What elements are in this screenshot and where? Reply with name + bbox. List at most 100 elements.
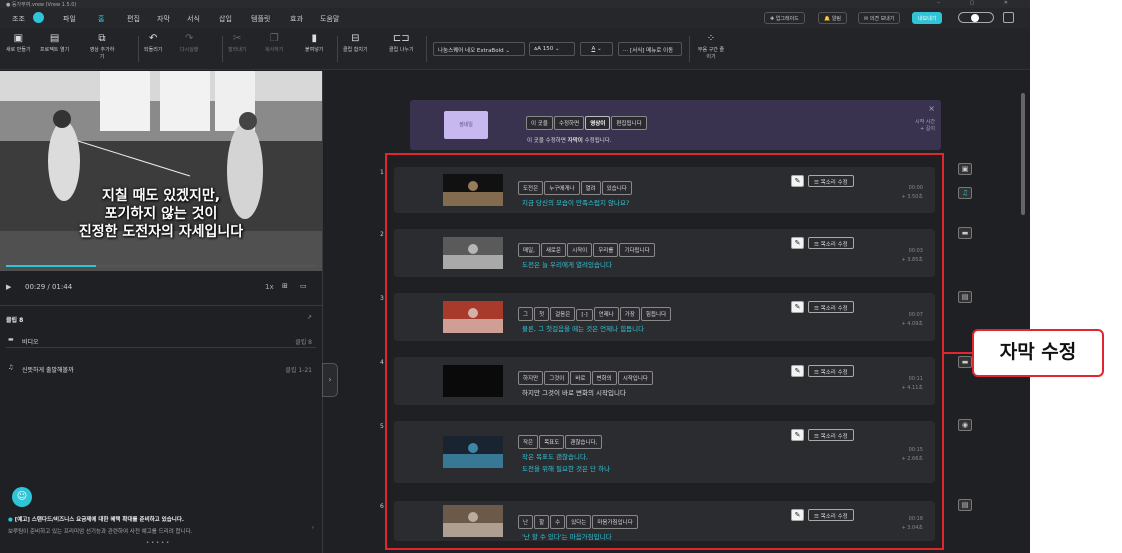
play-icon[interactable]: ▶: [6, 283, 11, 291]
undo-icon: ↶: [149, 33, 158, 44]
menu-effects[interactable]: 효과: [290, 14, 303, 24]
clipboard-icon: ▮: [311, 33, 317, 44]
menu-edit[interactable]: 편집: [127, 14, 140, 24]
time-display: 00:29 / 01:44: [25, 283, 73, 291]
window-controls[interactable]: – ▢ ✕: [937, 0, 1022, 6]
collapse-panel-button[interactable]: ›: [322, 363, 338, 397]
progress-fill: [6, 265, 96, 267]
callout-connector: [944, 352, 972, 354]
playback-controls: ▶ 00:29 / 01:44 1x ⊞ ▭: [0, 278, 322, 298]
notice-banner[interactable]: ● [예고] 스탠다드/비즈니스 요금제에 대한 혜택 확대를 준비하고 있습니…: [0, 512, 322, 553]
video-frame-image: [0, 71, 322, 271]
subtitle-highlight-box: [385, 153, 944, 550]
folder-icon: ▤: [49, 33, 60, 44]
caption-icon[interactable]: ▭: [300, 282, 307, 290]
scissors-icon: ✂: [233, 33, 242, 44]
chevron-right-icon: ›: [328, 375, 332, 384]
subtitle-line-2: 포기하지 않는 것이: [104, 206, 218, 222]
reduce-silence-button[interactable]: ⁘ 무음 구간 줄이기: [696, 32, 726, 60]
export-button[interactable]: 내보내기: [912, 12, 943, 24]
undo-button[interactable]: ↶ 되돌리기: [144, 32, 162, 53]
notice-title: ● [예고] 스탠다드/비즈니스 요금제에 대한 혜택 확대를 준비하고 있습니…: [8, 517, 184, 523]
add-video-button[interactable]: ⧉ 영상 추가하기: [88, 32, 116, 60]
new-project-button[interactable]: ▣ 새로 만들기: [6, 32, 31, 53]
menu-help[interactable]: 도움말: [320, 14, 339, 24]
title-bar: ● 등가부여.vrew (Vrew 1.5.0) – ▢ ✕: [0, 0, 1030, 8]
guide-time-info: 시작 시간 + 길이: [915, 119, 935, 132]
notice-next-icon[interactable]: ›: [312, 525, 314, 531]
feedback-button[interactable]: ✉ 의견 보내기: [858, 12, 901, 24]
merge-icon: ⊟: [351, 33, 360, 44]
video-track-icon: ▬: [8, 336, 14, 343]
menu-subtitle[interactable]: 자막: [157, 14, 170, 24]
upgrade-button[interactable]: ✚ 업그레이드: [764, 12, 805, 24]
theme-toggle[interactable]: [958, 12, 994, 23]
style-menu-button[interactable]: ··· [서식] 메뉴로 이동: [618, 42, 682, 56]
paste-button[interactable]: ▮ 붙여넣기: [305, 32, 323, 53]
silence-icon: ⁘: [706, 33, 716, 44]
redo-button[interactable]: ↷ 다시실행: [180, 32, 198, 53]
chat-support-button[interactable]: ☺: [12, 487, 32, 507]
side-thumbnail-4[interactable]: ▬: [958, 356, 972, 368]
chat-icon: ☺: [16, 491, 28, 502]
side-thumbnail-2[interactable]: ▬: [958, 227, 972, 239]
split-clips-button[interactable]: ⊏⊐ 클립 나누기: [389, 32, 414, 53]
open-external-icon[interactable]: ↗: [307, 314, 312, 321]
subtitle-line-1: 지칠 때도 있겠지만,: [101, 188, 221, 204]
copy-icon: ❐: [269, 33, 279, 44]
guide-close-icon[interactable]: ×: [928, 104, 935, 113]
subtitle-edit-callout: 자막 수정: [972, 329, 1104, 377]
guide-description: 이 곳을 수정하면 자막이 수정됩니다.: [527, 138, 612, 144]
track-music-row[interactable]: ♫ 신뜻하게 출발해볼까 클립 1-21: [6, 362, 316, 376]
layout-icon[interactable]: [1003, 12, 1014, 23]
window-title: ● 등가부여.vrew (Vrew 1.5.0): [6, 2, 77, 8]
clip-panel-title: 클립 8: [6, 317, 24, 324]
font-size-select[interactable]: ᴀA 150 ⌄: [529, 42, 575, 56]
side-thumbnail-1[interactable]: ▣: [958, 163, 972, 175]
side-thumbnail-6[interactable]: ▤: [958, 499, 972, 511]
menu-format[interactable]: 서식: [187, 14, 200, 24]
merge-clips-button[interactable]: ⊟ 클립 합치기: [343, 32, 368, 53]
side-thumbnail-3[interactable]: ▤: [958, 291, 972, 303]
add-video-icon: ⧉: [98, 33, 106, 44]
font-select[interactable]: 나눔스퀘어 네오 ExtraBold ⌄: [433, 42, 525, 56]
side-thumbnail-5[interactable]: ◉: [958, 419, 972, 431]
split-icon: ⊏⊐: [392, 33, 410, 44]
account-icon[interactable]: [33, 12, 44, 23]
open-project-button[interactable]: ▤ 프로젝트 열기: [40, 32, 69, 53]
grid-icon[interactable]: ⊞: [282, 282, 288, 290]
new-icon: ▣: [13, 33, 24, 44]
guide-chips: 이 곳을 수정하면 영상이 편집됩니다: [526, 110, 648, 130]
notice-icon: ●: [8, 517, 15, 523]
menu-file[interactable]: 파일: [63, 14, 76, 24]
video-preview[interactable]: 지칠 때도 있겠지만, 포기하지 않는 것이 진정한 도전자의 자세입니다: [0, 71, 322, 271]
editor-guide-row: 썸네일 이 곳을 수정하면 영상이 편집됩니다 이 곳을 수정하면 자막이 수정됩니다…: [410, 100, 941, 150]
music-icon: ♫: [8, 364, 14, 371]
menu-bar: 조조 파일 홈 편집 자막 서식 삽입 템플릿 효과 도움말 ✚ 업그레이드 🔔…: [0, 8, 1030, 28]
video-progress-bar[interactable]: [6, 265, 316, 267]
track-video-row[interactable]: ▬ 비디오 클립 8: [6, 334, 316, 348]
side-music-icon[interactable]: ♫: [958, 187, 972, 199]
clip-number: 4: [380, 359, 384, 366]
clip-number: 6: [380, 503, 384, 510]
clip-number: 1: [380, 169, 384, 176]
scrollbar[interactable]: [1021, 93, 1025, 215]
menu-logo[interactable]: 조조: [12, 14, 25, 24]
subtitle-line-3: 진정한 도전자의 자세입니다: [78, 224, 244, 240]
guide-thumbnail: 썸네일: [444, 111, 488, 139]
clip-number: 5: [380, 423, 384, 430]
cut-button[interactable]: ✂ 잘라내기: [228, 32, 246, 53]
clip-number: 3: [380, 295, 384, 302]
speed-button[interactable]: 1x: [265, 283, 274, 291]
menu-insert[interactable]: 삽입: [219, 14, 232, 24]
menu-home[interactable]: 홈: [98, 14, 104, 24]
toolbar: ▣ 새로 만들기 ▤ 프로젝트 열기 ⧉ 영상 추가하기 ↶ 되돌리기 ↷ 다시실행 ✂ 잘…: [0, 28, 1030, 70]
menu-template[interactable]: 템플릿: [251, 14, 270, 24]
notice-pager[interactable]: • • • • •: [146, 540, 169, 546]
clip-properties-panel: 클립 8 ↗ ▬ 비디오 클립 8 ♫ 신뜻하게 출발해볼까 클립 1-21: [0, 310, 322, 390]
alarm-button[interactable]: 🔔 알림: [818, 12, 848, 24]
clip-number: 2: [380, 231, 384, 238]
font-color-button[interactable]: A ⌄: [580, 42, 613, 56]
copy-button[interactable]: ❐ 복사하기: [265, 32, 283, 53]
redo-icon: ↷: [185, 33, 194, 44]
